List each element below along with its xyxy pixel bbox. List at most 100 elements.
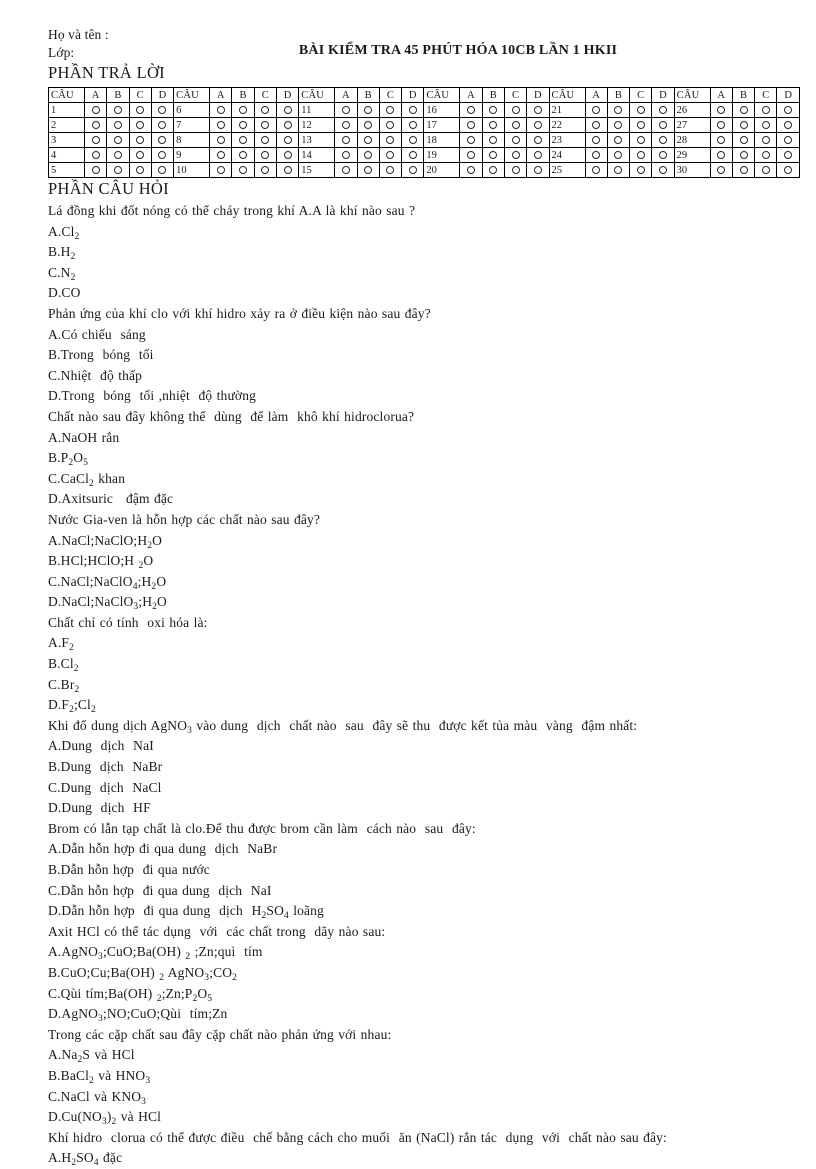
answer-bubble-cell[interactable] [150, 147, 175, 163]
answer-bubble-cell[interactable] [584, 117, 608, 133]
answer-bubble-a-icon[interactable] [592, 136, 601, 145]
answer-bubble-d-icon[interactable] [408, 121, 417, 130]
answer-bubble-cell[interactable] [526, 117, 550, 133]
answer-bubble-c-icon[interactable] [511, 136, 520, 145]
answer-bubble-c-icon[interactable] [136, 106, 145, 115]
answer-bubble-b-icon[interactable] [113, 106, 122, 115]
answer-bubble-a-icon[interactable] [592, 151, 601, 160]
answer-bubble-c-icon[interactable] [511, 151, 520, 160]
answer-bubble-cell[interactable] [84, 162, 108, 178]
answer-bubble-cell[interactable] [526, 132, 550, 148]
answer-bubble-d-icon[interactable] [158, 151, 167, 160]
answer-bubble-d-icon[interactable] [283, 166, 292, 175]
answer-bubble-a-icon[interactable] [91, 106, 100, 115]
answer-bubble-c-icon[interactable] [761, 166, 770, 175]
answer-bubble-d-icon[interactable] [533, 106, 542, 115]
answer-bubble-cell[interactable] [651, 147, 675, 163]
answer-bubble-cell[interactable] [356, 102, 380, 118]
answer-bubble-cell[interactable] [253, 147, 277, 163]
answer-bubble-d-icon[interactable] [408, 151, 417, 160]
answer-bubble-a-icon[interactable] [91, 151, 100, 160]
answer-bubble-cell[interactable] [150, 162, 175, 178]
answer-bubble-cell[interactable] [253, 117, 277, 133]
answer-bubble-cell[interactable] [84, 102, 108, 118]
answer-bubble-cell[interactable] [356, 132, 380, 148]
answer-bubble-c-icon[interactable] [261, 151, 270, 160]
answer-bubble-cell[interactable] [401, 132, 425, 148]
answer-bubble-cell[interactable] [754, 132, 778, 148]
answer-bubble-a-icon[interactable] [216, 151, 225, 160]
answer-bubble-d-icon[interactable] [658, 151, 667, 160]
answer-bubble-a-icon[interactable] [467, 121, 476, 130]
answer-bubble-b-icon[interactable] [364, 136, 373, 145]
answer-bubble-b-icon[interactable] [489, 121, 498, 130]
answer-bubble-a-icon[interactable] [467, 136, 476, 145]
answer-bubble-c-icon[interactable] [261, 166, 270, 175]
answer-bubble-cell[interactable] [629, 102, 653, 118]
answer-bubble-c-icon[interactable] [136, 136, 145, 145]
answer-bubble-c-icon[interactable] [386, 151, 395, 160]
answer-bubble-cell[interactable] [209, 117, 233, 133]
answer-bubble-b-icon[interactable] [113, 166, 122, 175]
answer-bubble-a-icon[interactable] [592, 166, 601, 175]
answer-bubble-cell[interactable] [731, 117, 756, 133]
answer-bubble-c-icon[interactable] [261, 121, 270, 130]
answer-bubble-b-icon[interactable] [614, 136, 623, 145]
answer-bubble-cell[interactable] [128, 102, 152, 118]
answer-bubble-cell[interactable] [378, 132, 403, 148]
answer-bubble-b-icon[interactable] [739, 151, 748, 160]
answer-bubble-cell[interactable] [606, 102, 631, 118]
answer-bubble-d-icon[interactable] [533, 151, 542, 160]
answer-bubble-b-icon[interactable] [489, 151, 498, 160]
answer-bubble-cell[interactable] [651, 132, 675, 148]
answer-bubble-cell[interactable] [503, 147, 528, 163]
answer-bubble-cell[interactable] [209, 132, 233, 148]
answer-bubble-b-icon[interactable] [364, 166, 373, 175]
answer-bubble-cell[interactable] [629, 132, 653, 148]
answer-bubble-cell[interactable] [275, 132, 300, 148]
answer-bubble-cell[interactable] [128, 117, 152, 133]
answer-bubble-a-icon[interactable] [717, 166, 726, 175]
answer-bubble-b-icon[interactable] [239, 151, 248, 160]
answer-bubble-b-icon[interactable] [489, 136, 498, 145]
answer-bubble-cell[interactable] [526, 102, 550, 118]
answer-bubble-d-icon[interactable] [408, 106, 417, 115]
answer-bubble-a-icon[interactable] [91, 166, 100, 175]
answer-bubble-a-icon[interactable] [717, 136, 726, 145]
answer-bubble-cell[interactable] [275, 162, 300, 178]
answer-bubble-cell[interactable] [106, 132, 130, 148]
answer-bubble-cell[interactable] [106, 117, 130, 133]
answer-bubble-cell[interactable] [401, 117, 425, 133]
answer-bubble-cell[interactable] [356, 162, 380, 178]
answer-bubble-cell[interactable] [334, 162, 358, 178]
answer-bubble-d-icon[interactable] [658, 121, 667, 130]
answer-bubble-cell[interactable] [459, 132, 483, 148]
answer-bubble-b-icon[interactable] [239, 166, 248, 175]
answer-bubble-cell[interactable] [378, 162, 403, 178]
answer-bubble-c-icon[interactable] [636, 166, 645, 175]
answer-bubble-cell[interactable] [584, 147, 608, 163]
answer-bubble-d-icon[interactable] [784, 151, 793, 160]
answer-bubble-c-icon[interactable] [636, 106, 645, 115]
answer-bubble-c-icon[interactable] [761, 151, 770, 160]
answer-bubble-a-icon[interactable] [717, 121, 726, 130]
answer-bubble-cell[interactable] [459, 147, 483, 163]
answer-bubble-cell[interactable] [606, 162, 631, 178]
answer-bubble-cell[interactable] [378, 117, 403, 133]
answer-bubble-cell[interactable] [106, 102, 130, 118]
answer-bubble-a-icon[interactable] [467, 151, 476, 160]
answer-bubble-cell[interactable] [481, 117, 505, 133]
answer-bubble-d-icon[interactable] [533, 166, 542, 175]
answer-bubble-cell[interactable] [253, 132, 277, 148]
answer-bubble-cell[interactable] [709, 117, 733, 133]
answer-bubble-b-icon[interactable] [739, 121, 748, 130]
answer-bubble-cell[interactable] [459, 102, 483, 118]
answer-bubble-d-icon[interactable] [158, 121, 167, 130]
answer-bubble-cell[interactable] [776, 102, 800, 118]
answer-bubble-cell[interactable] [275, 102, 300, 118]
answer-bubble-a-icon[interactable] [91, 136, 100, 145]
answer-bubble-d-icon[interactable] [784, 136, 793, 145]
answer-bubble-cell[interactable] [731, 147, 756, 163]
answer-bubble-cell[interactable] [401, 162, 425, 178]
answer-bubble-cell[interactable] [481, 102, 505, 118]
